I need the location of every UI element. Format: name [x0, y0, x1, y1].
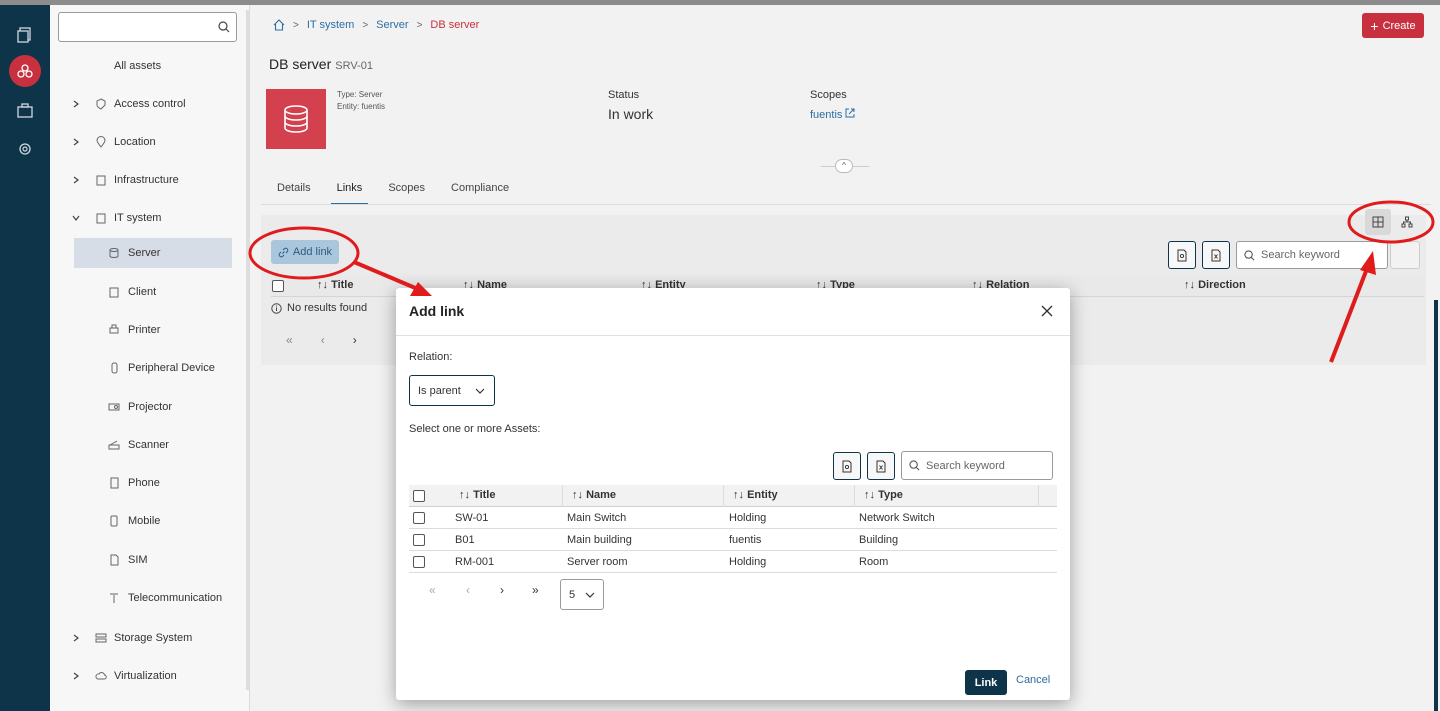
cell-entity: fuentis: [729, 534, 762, 546]
row-checkbox[interactable]: [413, 556, 425, 568]
select-assets-label: Select one or more Assets:: [409, 423, 541, 435]
cell-name: Server room: [567, 556, 628, 568]
row-checkbox[interactable]: [413, 534, 425, 546]
column-title-label: Title: [473, 489, 496, 501]
cell-name: Main building: [567, 534, 632, 546]
close-icon[interactable]: [1041, 305, 1053, 317]
search-icon: [909, 460, 920, 471]
column-header-title[interactable]: ↑↓ Title: [459, 489, 495, 501]
column-header-entity[interactable]: ↑↓ Entity: [733, 489, 778, 501]
select-all-checkbox[interactable]: [413, 490, 425, 502]
relation-select[interactable]: Is parent: [409, 375, 495, 406]
last-page-icon[interactable]: »: [532, 583, 539, 597]
search-placeholder: Search keyword: [926, 459, 1005, 472]
cell-title: RM-001: [455, 556, 495, 568]
cell-entity: Holding: [729, 512, 767, 524]
dialog-header: Add link: [396, 288, 1070, 336]
export-pdf-button[interactable]: [833, 452, 861, 480]
first-page-icon[interactable]: «: [429, 583, 436, 597]
page-size-value: 5: [569, 588, 576, 601]
column-header-type[interactable]: ↑↓ Type: [864, 489, 903, 501]
link-button[interactable]: Link: [965, 670, 1007, 695]
prev-page-icon[interactable]: ‹: [466, 583, 470, 597]
column-divider[interactable]: [562, 485, 563, 507]
cell-type: Building: [859, 534, 899, 546]
next-page-icon[interactable]: ›: [500, 583, 504, 597]
pdf-file-icon: [842, 460, 852, 472]
table-row[interactable]: SW-01 Main Switch Holding Network Switch: [409, 507, 1057, 529]
column-entity-label: Entity: [747, 489, 778, 501]
cancel-button[interactable]: Cancel: [1016, 674, 1050, 686]
column-divider[interactable]: [854, 485, 855, 507]
column-name-label: Name: [586, 489, 617, 501]
relation-value: Is parent: [418, 384, 461, 397]
cell-title: SW-01: [455, 512, 489, 524]
assets-search-input[interactable]: Search keyword: [901, 451, 1053, 480]
page-size-select[interactable]: 5: [560, 579, 604, 610]
cell-type: Room: [859, 556, 889, 568]
relation-label: Relation:: [409, 351, 453, 363]
column-type-label: Type: [878, 489, 903, 501]
column-divider[interactable]: [723, 485, 724, 507]
chevron-down-icon: [585, 592, 595, 598]
column-header-name[interactable]: ↑↓ Name: [572, 489, 616, 501]
export-excel-button[interactable]: [867, 452, 895, 480]
assets-table-header: ↑↓ Title ↑↓ Name ↑↓ Entity ↑↓ Type: [409, 485, 1057, 507]
cell-type: Network Switch: [859, 512, 935, 524]
add-link-dialog: Add link Relation: Is parent Select one …: [396, 288, 1070, 700]
excel-file-icon: [876, 460, 886, 472]
column-divider[interactable]: [1038, 485, 1039, 507]
row-checkbox[interactable]: [413, 512, 425, 524]
table-row[interactable]: RM-001 Server room Holding Room: [409, 551, 1057, 573]
cell-title: B01: [455, 534, 475, 546]
dialog-title: Add link: [409, 303, 465, 319]
cell-name: Main Switch: [567, 512, 627, 524]
cell-entity: Holding: [729, 556, 767, 568]
table-row[interactable]: B01 Main building fuentis Building: [409, 529, 1057, 551]
chevron-down-icon: [475, 388, 485, 394]
